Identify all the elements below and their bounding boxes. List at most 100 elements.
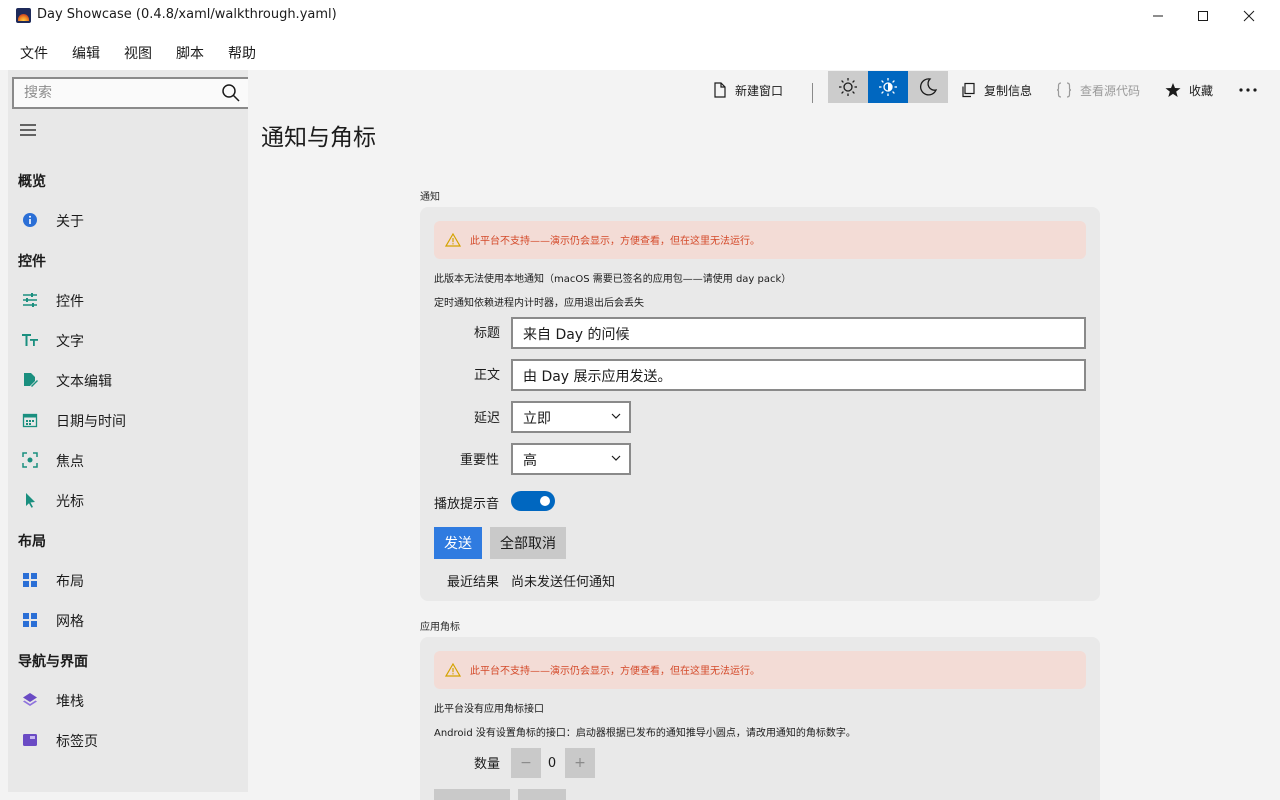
app-logo-icon — [16, 8, 31, 23]
menu-bar: 文件 编辑 视图 脚本 帮助 — [0, 32, 1280, 70]
star-icon — [1165, 83, 1181, 97]
sidebar-item-label: 控件 — [56, 294, 84, 310]
sidebar-item-date-time[interactable]: 日期与时间 — [8, 402, 248, 438]
command-bar: 新建窗口 复制信息 查看源代码 收藏 — [248, 70, 1280, 110]
edit-document-icon — [24, 373, 38, 387]
copy-icon — [962, 82, 975, 98]
last-result-label: 最近结果 — [447, 575, 500, 590]
title-input[interactable]: 来自 Day 的问候 — [511, 317, 1086, 349]
search-icon[interactable] — [221, 83, 241, 103]
close-icon — [1243, 10, 1255, 22]
view-source-button[interactable]: 查看源代码 — [1056, 70, 1140, 110]
increment-button[interactable]: + — [565, 748, 595, 778]
sidebar-item-controls[interactable]: 控件 — [8, 282, 248, 318]
cancel-all-button[interactable]: 全部取消 — [490, 527, 566, 559]
title-bar: Day Showcase (0.4.8/xaml/walkthrough.yam… — [0, 0, 1280, 32]
text-size-icon — [22, 334, 38, 346]
maximize-button[interactable] — [1180, 0, 1226, 32]
info-text: 此版本无法使用本地通知（macOS 需要已签名的应用包——请使用 day pac… — [434, 274, 792, 285]
sidebar-item-label: 关于 — [56, 214, 84, 230]
sidebar-item-stack[interactable]: 堆栈 — [8, 682, 248, 718]
close-button[interactable] — [1226, 0, 1272, 32]
badge-group-label: 应用角标 — [420, 622, 460, 633]
copy-info-label: 复制信息 — [984, 83, 1033, 98]
sidebar-item-label: 网格 — [56, 614, 84, 630]
title-label: 标题 — [474, 326, 501, 341]
menu-file[interactable]: 文件 — [20, 43, 48, 63]
new-window-label: 新建窗口 — [735, 83, 784, 98]
menu-view[interactable]: 视图 — [124, 43, 152, 63]
sidebar-item-label: 文字 — [56, 334, 84, 350]
hamburger-menu-icon[interactable] — [18, 122, 38, 138]
section-overview: 概览 — [18, 174, 46, 190]
view-source-label: 查看源代码 — [1080, 83, 1141, 98]
menu-edit[interactable]: 编辑 — [72, 43, 100, 63]
warning-text: 此平台不支持——演示仍会显示，方便查看，但在这里无法运行。 — [470, 666, 760, 677]
importance-select[interactable]: 高 — [511, 443, 631, 475]
sound-toggle[interactable] — [511, 491, 555, 511]
auto-theme-button[interactable] — [868, 71, 908, 103]
minimize-button[interactable] — [1135, 0, 1181, 32]
chevron-down-icon — [611, 413, 621, 419]
section-controls: 控件 — [18, 254, 46, 270]
decrement-button[interactable]: − — [511, 748, 541, 778]
delay-value: 立即 — [523, 411, 551, 427]
grid-icon — [23, 613, 37, 627]
sidebar-item-cursor[interactable]: 光标 — [8, 482, 248, 518]
sidebar: 概览 关于 控件 控件 文字 文本编辑 日期与时间 焦点 光标 布局 布局 网格… — [8, 70, 251, 792]
body-label: 正文 — [474, 368, 501, 383]
favorite-button[interactable]: 收藏 — [1165, 70, 1213, 110]
info-text: Android 没有设置角标的接口：启动器根据已发布的通知推导小圆点，请改用通知… — [434, 728, 856, 739]
minimize-icon — [1153, 15, 1163, 17]
menu-script[interactable]: 脚本 — [176, 43, 204, 63]
count-label: 数量 — [474, 757, 501, 772]
sidebar-item-text-edit[interactable]: 文本编辑 — [8, 362, 248, 398]
tabs-icon — [23, 734, 37, 746]
sidebar-item-text[interactable]: 文字 — [8, 322, 248, 358]
cursor-icon — [26, 493, 35, 508]
sidebar-item-label: 焦点 — [56, 454, 84, 470]
favorite-label: 收藏 — [1189, 83, 1214, 98]
search-input[interactable] — [22, 84, 212, 102]
last-result-value: 尚未发送任何通知 — [511, 575, 616, 590]
section-layout: 布局 — [18, 534, 46, 550]
more-options-button[interactable] — [1238, 70, 1266, 110]
section-navigation: 导航与界面 — [18, 654, 88, 670]
sidebar-item-focus[interactable]: 焦点 — [8, 442, 248, 478]
dark-theme-button[interactable] — [908, 71, 948, 103]
info-text: 此平台没有应用角标接口 — [434, 704, 544, 715]
send-button[interactable]: 发送 — [434, 527, 482, 559]
sidebar-item-layout[interactable]: 布局 — [8, 562, 248, 598]
toolbar-separator — [812, 83, 813, 103]
sidebar-item-label: 日期与时间 — [56, 414, 126, 430]
layout-grid-icon — [23, 573, 37, 587]
sidebar-item-label: 文本编辑 — [56, 374, 112, 390]
window-title: Day Showcase (0.4.8/xaml/walkthrough.yam… — [37, 7, 337, 22]
new-window-button[interactable]: 新建窗口 — [713, 70, 783, 110]
importance-label: 重要性 — [460, 453, 500, 468]
code-braces-icon — [1056, 82, 1072, 98]
warning-banner: 此平台不支持——演示仍会显示，方便查看，但在这里无法运行。 — [434, 651, 1086, 689]
info-text: 定时通知依赖进程内计时器，应用退出后会丢失 — [434, 298, 644, 309]
sidebar-item-tabs[interactable]: 标签页 — [8, 722, 248, 758]
menu-help[interactable]: 帮助 — [228, 43, 256, 63]
copy-info-button[interactable]: 复制信息 — [960, 70, 1032, 110]
body-input[interactable]: 由 Day 展示应用发送。 — [511, 359, 1086, 391]
search-box[interactable] — [12, 77, 251, 109]
sidebar-item-label: 布局 — [56, 574, 84, 590]
light-theme-button[interactable] — [828, 71, 868, 103]
warning-icon — [445, 233, 461, 247]
delay-select[interactable]: 立即 — [511, 401, 631, 433]
badge-action-button[interactable] — [434, 789, 510, 800]
importance-value: 高 — [523, 453, 537, 469]
badge-action-button[interactable] — [518, 789, 566, 800]
badge-card: 此平台不支持——演示仍会显示，方便查看，但在这里无法运行。 此平台没有应用角标接… — [420, 637, 1100, 800]
sidebar-item-about[interactable]: 关于 — [8, 202, 248, 238]
sidebar-item-grid[interactable]: 网格 — [8, 602, 248, 638]
light-theme-icon — [839, 78, 857, 96]
sound-label: 播放提示音 — [434, 497, 500, 512]
count-value: 0 — [547, 756, 557, 771]
focus-icon — [22, 452, 38, 468]
page-title: 通知与角标 — [261, 125, 376, 151]
sidebar-item-label: 标签页 — [56, 734, 98, 750]
